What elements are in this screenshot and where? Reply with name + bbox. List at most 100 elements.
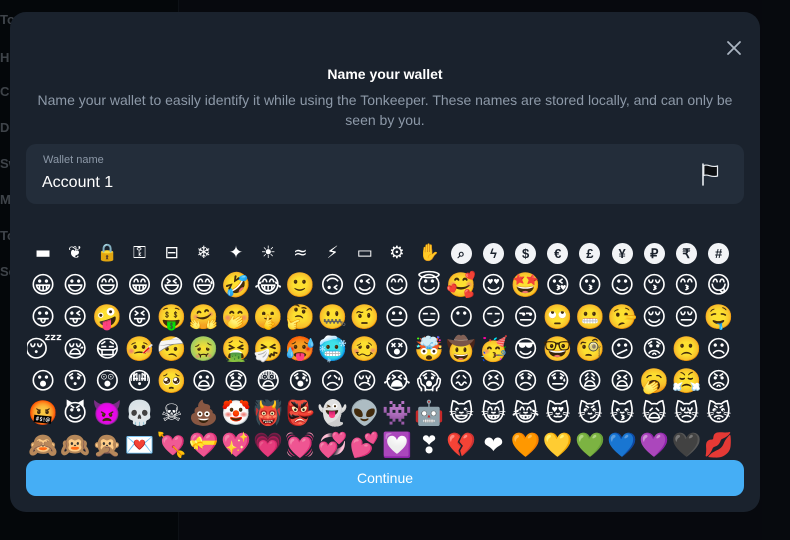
emoji-option[interactable]: 😑 [413, 301, 445, 333]
emoji-option[interactable]: 😧 [220, 365, 252, 397]
emoji-option[interactable]: 🤬 [27, 397, 59, 429]
emoji-option[interactable]: 😋 [703, 269, 735, 301]
emoji-option[interactable]: 🥺 [156, 365, 188, 397]
emoji-option[interactable]: 💀 [124, 397, 156, 429]
credit-card-icon[interactable]: ▭ [349, 237, 381, 269]
emoji-option[interactable]: 😔 [670, 301, 702, 333]
key-icon[interactable]: ⚿ [124, 237, 156, 269]
emoji-option[interactable]: 😙 [670, 269, 702, 301]
emoji-option[interactable]: 🤖 [413, 397, 445, 429]
emoji-option[interactable]: 😬 [574, 301, 606, 333]
hand-icon[interactable]: ✋ [413, 237, 445, 269]
emoji-option[interactable]: 🤥 [606, 301, 638, 333]
emoji-option[interactable]: 😰 [284, 365, 316, 397]
emoji-option[interactable]: 😝 [124, 301, 156, 333]
emoji-option[interactable]: 😈 [59, 397, 91, 429]
emoji-option[interactable]: 😺 [445, 397, 477, 429]
emoji-option[interactable]: 😇 [413, 269, 445, 301]
emoji-option[interactable]: 😊 [381, 269, 413, 301]
emoji-option[interactable]: 🥰 [445, 269, 477, 301]
emoji-option[interactable]: 👿 [91, 397, 123, 429]
emoji-option[interactable]: 🙊 [91, 429, 123, 461]
emoji-option[interactable]: 😮 [27, 365, 59, 397]
emoji-option[interactable]: 😻 [542, 397, 574, 429]
emoji-option[interactable]: 😿 [670, 397, 702, 429]
inbox-icon[interactable]: ⊟ [156, 237, 188, 269]
wallet-icon[interactable]: ▬ [27, 237, 59, 269]
emoji-option[interactable]: 🙀 [638, 397, 670, 429]
emoji-option[interactable]: 💗 [252, 429, 284, 461]
emoji-option[interactable]: ❣ [413, 429, 445, 461]
emoji-option[interactable]: 🤒 [124, 333, 156, 365]
emoji-option[interactable]: 💖 [220, 429, 252, 461]
emoji-option[interactable]: 😼 [574, 397, 606, 429]
emoji-option[interactable]: 💜 [638, 429, 670, 461]
emoji-option[interactable]: 😜 [59, 301, 91, 333]
emoji-option[interactable]: 😎 [510, 333, 542, 365]
emoji-option[interactable]: 😨 [252, 365, 284, 397]
emoji-option[interactable]: 😯 [59, 365, 91, 397]
emoji-option[interactable]: 🥱 [638, 365, 670, 397]
lightning-circle-icon[interactable]: ϟ [477, 237, 509, 269]
emoji-option[interactable]: 😳 [124, 365, 156, 397]
emoji-option[interactable]: 😾 [703, 397, 735, 429]
emoji-option[interactable]: 😂 [252, 269, 284, 301]
emoji-option[interactable]: 👽 [349, 397, 381, 429]
emoji-option[interactable]: 😟 [638, 333, 670, 365]
emoji-option[interactable]: 🤨 [349, 301, 381, 333]
emoji-option[interactable]: 👹 [252, 397, 284, 429]
sparkles-icon[interactable]: ✦ [220, 237, 252, 269]
lightning-icon[interactable]: ⚡ [317, 237, 349, 269]
emoji-option[interactable]: 😗 [574, 269, 606, 301]
emoji-option[interactable]: 😵 [381, 333, 413, 365]
emoji-option[interactable]: 🙈 [27, 429, 59, 461]
emoji-option[interactable]: 💔 [445, 429, 477, 461]
emoji-option[interactable]: 🤤 [703, 301, 735, 333]
emoji-option[interactable]: 🧐 [574, 333, 606, 365]
emoji-option[interactable]: 😉 [349, 269, 381, 301]
emoji-option[interactable]: 🥴 [349, 333, 381, 365]
emoji-option[interactable]: 😢 [349, 365, 381, 397]
rupee-circle-icon[interactable]: ₹ [670, 237, 702, 269]
emoji-option[interactable]: 😌 [638, 301, 670, 333]
emoji-option[interactable]: 😃 [59, 269, 91, 301]
emoji-option[interactable]: 💟 [381, 429, 413, 461]
emoji-option[interactable]: 🙃 [317, 269, 349, 301]
emoji-option[interactable]: 😣 [477, 365, 509, 397]
search-circle-icon[interactable]: ⌕ [445, 237, 477, 269]
emoji-option[interactable]: ☹ [703, 333, 735, 365]
leaf-icon[interactable]: ❦ [59, 237, 91, 269]
emoji-option[interactable]: 😏 [477, 301, 509, 333]
emoji-option[interactable]: 🥳 [477, 333, 509, 365]
emoji-option[interactable]: 💘 [156, 429, 188, 461]
emoji-option[interactable]: 😡 [703, 365, 735, 397]
euro-circle-icon[interactable]: € [542, 237, 574, 269]
emoji-option[interactable]: 🤔 [284, 301, 316, 333]
emoji-option[interactable]: 😴 [27, 333, 62, 365]
emoji-option[interactable]: 😶 [445, 301, 477, 333]
emoji-option[interactable]: 😸 [477, 397, 509, 429]
emoji-option[interactable]: 💚 [574, 429, 606, 461]
emoji-option[interactable]: ❤ [477, 429, 509, 461]
emoji-option[interactable]: 👺 [284, 397, 316, 429]
emoji-option[interactable]: 🥶 [317, 333, 349, 365]
emoji-option[interactable]: 😛 [27, 301, 59, 333]
emoji-option[interactable]: 😒 [510, 301, 542, 333]
emoji-option[interactable]: 😹 [510, 397, 542, 429]
emoji-option[interactable]: 💩 [188, 397, 220, 429]
emoji-option[interactable]: 🙄 [542, 301, 574, 333]
emoji-option[interactable]: 😦 [188, 365, 220, 397]
emoji-option[interactable]: 💌 [124, 429, 156, 461]
close-button[interactable] [720, 34, 748, 62]
emoji-option[interactable]: 🤗 [188, 301, 220, 333]
emoji-option[interactable]: 😁 [124, 269, 156, 301]
emoji-option[interactable]: 💞 [317, 429, 349, 461]
sun-icon[interactable]: ☀ [252, 237, 284, 269]
emoji-option[interactable]: 😱 [413, 365, 445, 397]
emoji-option[interactable]: 🤕 [156, 333, 188, 365]
emoji-option[interactable]: 😽 [606, 397, 638, 429]
snowflake-icon[interactable]: ❄ [188, 237, 220, 269]
emoji-option[interactable]: 👻 [317, 397, 349, 429]
emoji-option[interactable]: 😩 [574, 365, 606, 397]
emoji-option[interactable]: 😕 [606, 333, 638, 365]
